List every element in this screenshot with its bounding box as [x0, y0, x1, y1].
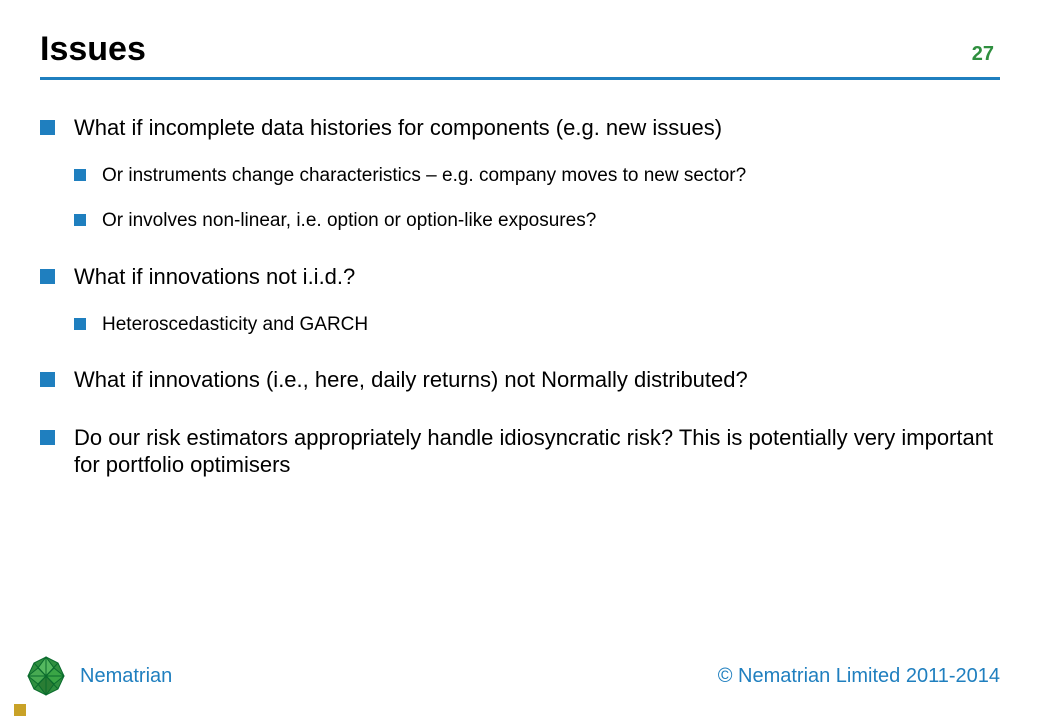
copyright-text: © Nematrian Limited 2011-2014	[718, 665, 1000, 688]
brand-name: Nematrian	[80, 665, 172, 688]
bullet-text: Or instruments change characteristics – …	[102, 165, 746, 186]
corner-square-icon	[14, 704, 26, 716]
bullet-text: Do our risk estimators appropriately han…	[74, 425, 993, 478]
slide-header: Issues 27	[40, 30, 1000, 69]
bullet-text: What if incomplete data histories for co…	[74, 115, 722, 140]
header-rule	[40, 77, 1000, 80]
list-item: What if incomplete data histories for co…	[40, 114, 1000, 233]
brand-logo-icon	[24, 654, 68, 698]
list-item: Or instruments change characteristics – …	[74, 164, 1000, 188]
bullet-text: Or involves non-linear, i.e. option or o…	[102, 210, 596, 231]
bullet-text: Heteroscedasticity and GARCH	[102, 314, 368, 335]
bullet-text: What if innovations (i.e., here, daily r…	[74, 367, 748, 392]
list-item: Heteroscedasticity and GARCH	[74, 313, 1000, 337]
bullet-list: What if incomplete data histories for co…	[40, 114, 1000, 479]
list-item: What if innovations (i.e., here, daily r…	[40, 366, 1000, 394]
slide: Issues 27 What if incomplete data histor…	[0, 0, 1040, 720]
list-item: What if innovations not i.i.d.? Heterosc…	[40, 263, 1000, 336]
slide-footer: Nematrian © Nematrian Limited 2011-2014	[0, 654, 1040, 720]
bullet-text: What if innovations not i.i.d.?	[74, 264, 355, 289]
bullet-sublist: Or instruments change characteristics – …	[74, 164, 1000, 234]
bullet-sublist: Heteroscedasticity and GARCH	[74, 313, 1000, 337]
list-item: Or involves non-linear, i.e. option or o…	[74, 209, 1000, 233]
footer-left: Nematrian	[24, 654, 172, 698]
page-number: 27	[972, 43, 1000, 66]
slide-title: Issues	[40, 30, 146, 69]
list-item: Do our risk estimators appropriately han…	[40, 424, 1000, 479]
slide-body: What if incomplete data histories for co…	[40, 114, 1000, 479]
